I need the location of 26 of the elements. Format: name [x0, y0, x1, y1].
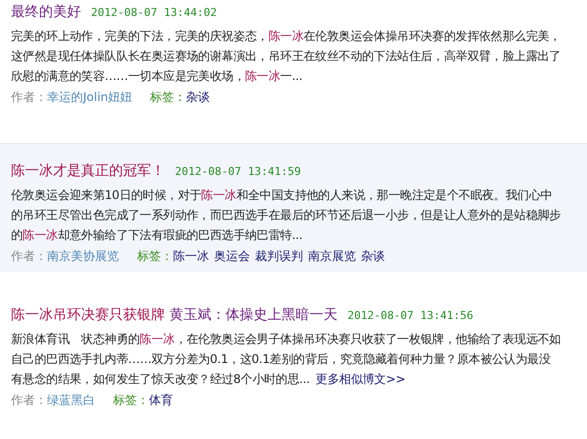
tag-link[interactable]: 奥运会	[214, 249, 250, 263]
tags-label: 标签：	[136, 249, 173, 263]
tag-link[interactable]: 杂谈	[186, 90, 210, 104]
author-label: 作者：	[11, 90, 47, 104]
post-title[interactable]: 陈一冰吊环决赛只获银牌 黄玉斌：体操史上黑暗一天	[11, 306, 338, 324]
tag-link[interactable]: 裁判误判	[254, 249, 303, 263]
author-link[interactable]: 绿蓝黑白	[47, 393, 95, 407]
tag-link[interactable]: 体育	[148, 393, 173, 407]
tags-label: 标签：	[150, 90, 186, 104]
post-excerpt: 完美的环上动作，完美的下法，完美的庆祝姿态，陈一冰在伦敦奥运会体操吊环决赛的发挥依然那么完美，这俨然是现任体操队队长在奥运赛场的谢幕演出，吊环王在纹丝不动的下法站住后，高举双臂，脸上露出了欣慰的满意的笑容……一切本应是完美收场，陈一冰一...	[11, 28, 561, 85]
author-label: 作者：	[11, 393, 47, 407]
tag-link[interactable]: 陈一冰	[172, 249, 209, 263]
tags-label: 标签：	[112, 393, 149, 407]
post-title[interactable]: 陈一冰才是真正的冠军！	[11, 162, 165, 180]
author-label: 作者：	[11, 249, 47, 263]
post-date: 2012-08-07 13:41:59	[175, 165, 301, 178]
author-link[interactable]: 南京美协展览	[47, 249, 119, 263]
post-excerpt: 伦敦奥运会迎来第10日的时候，对于陈一冰和全中国支持他的人来说，那一晚注定是个不眠夜。我们心中的吊环王尽管出色完成了一系列动作，而巴西选手在最后的环节还后退一小步，但是让人意外的是站稳脚步的陈一冰却意外输给了下法有瑕疵的巴西选手纳巴雷特...	[11, 187, 561, 244]
tag-link[interactable]: 南京展览	[308, 249, 356, 263]
tag-link[interactable]: 杂谈	[360, 249, 385, 263]
post-excerpt: 新浪体育讯 状态神勇的陈一冰，在伦敦奥运会男子体操吊环决赛只收获了一枚银牌，他输给了表现远不如自己的巴西选手扎内蒂……双方分差为0.1，这0.1差别的背后，究竟隐藏着何种力量？原本被公认为最没有悬念的结果，如何发生了惊天改变？经过8个小时的思... 更多相似博文>>	[11, 331, 561, 388]
more-link[interactable]: 更多相似博文>>	[316, 372, 406, 386]
post-date: 2012-08-07 13:44:02	[91, 6, 217, 19]
post-date: 2012-08-07 13:41:56	[347, 309, 474, 322]
post-title[interactable]: 最终的美好	[11, 3, 81, 21]
author-link[interactable]: 幸运的Jolin妞妞	[47, 90, 132, 104]
